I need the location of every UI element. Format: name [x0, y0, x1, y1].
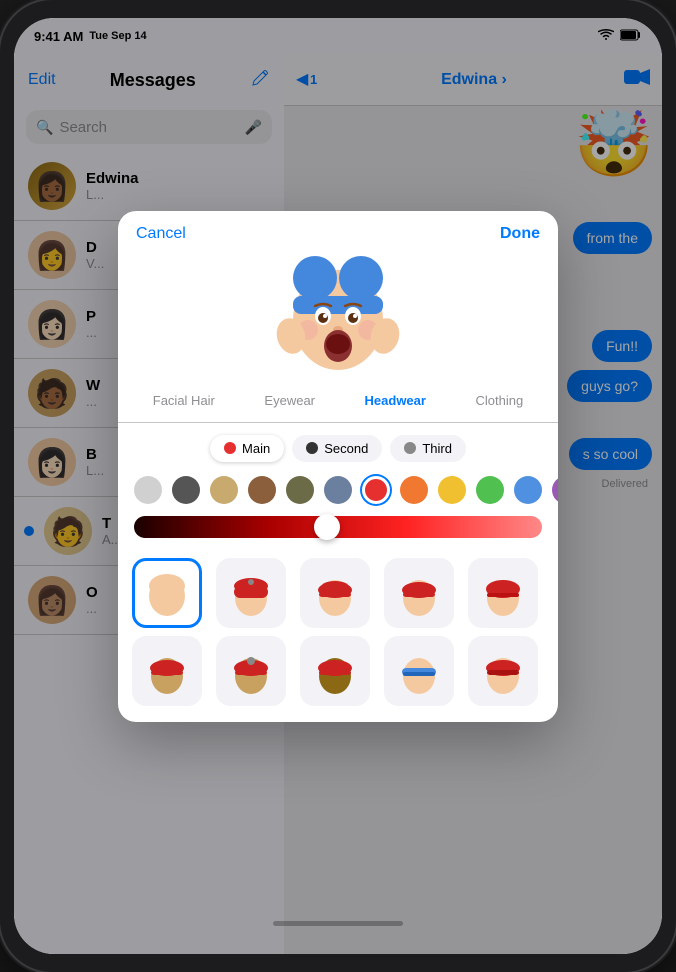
headwear-grid — [118, 548, 558, 722]
tab-facial-hair[interactable]: Facial Hair — [145, 389, 223, 412]
color-swatch-9[interactable] — [476, 476, 504, 504]
third-color-mode-button[interactable]: Third — [390, 435, 466, 462]
headwear-item-7[interactable] — [300, 636, 370, 706]
tab-headwear[interactable]: Headwear — [357, 389, 434, 412]
modal-panel: Cancel Done — [118, 211, 558, 722]
headwear-item-3[interactable] — [384, 558, 454, 628]
screen: 9:41 AM Tue Sep 14 — [14, 18, 662, 954]
tab-eyewear[interactable]: Eyewear — [256, 389, 323, 412]
color-swatch-7[interactable] — [400, 476, 428, 504]
color-swatch-2[interactable] — [210, 476, 238, 504]
headwear-item-2[interactable] — [300, 558, 370, 628]
headwear-item-0[interactable] — [132, 558, 202, 628]
headwear-item-8[interactable] — [384, 636, 454, 706]
color-swatch-10[interactable] — [514, 476, 542, 504]
color-palette — [118, 468, 558, 512]
done-button[interactable]: Done — [500, 225, 540, 243]
second-label: Second — [324, 441, 368, 456]
headwear-item-1[interactable] — [216, 558, 286, 628]
third-label: Third — [422, 441, 452, 456]
color-swatch-8[interactable] — [438, 476, 466, 504]
color-swatch-3[interactable] — [248, 476, 276, 504]
cancel-button[interactable]: Cancel — [136, 225, 186, 243]
headwear-item-5[interactable] — [132, 636, 202, 706]
device-frame: 9:41 AM Tue Sep 14 — [0, 0, 676, 972]
second-color-mode-button[interactable]: Second — [292, 435, 382, 462]
second-color-dot — [306, 442, 318, 454]
color-swatch-4[interactable] — [286, 476, 314, 504]
color-slider[interactable] — [134, 516, 542, 538]
memoji-preview — [118, 243, 558, 383]
color-swatch-0[interactable] — [134, 476, 162, 504]
main-color-dot — [224, 442, 236, 454]
color-swatch-11[interactable] — [552, 476, 558, 504]
headwear-item-6[interactable] — [216, 636, 286, 706]
main-color-mode-button[interactable]: Main — [210, 435, 284, 462]
modal-header: Cancel Done — [118, 211, 558, 243]
category-tabs: Facial Hair Eyewear Headwear Clothing — [118, 383, 558, 423]
color-swatch-5[interactable] — [324, 476, 352, 504]
main-label: Main — [242, 441, 270, 456]
color-mode-row: Main Second Third — [118, 423, 558, 468]
third-color-dot — [404, 442, 416, 454]
modal-overlay: Cancel Done — [14, 18, 662, 954]
color-slider-row — [118, 512, 558, 548]
headwear-item-4[interactable] — [468, 558, 538, 628]
headwear-item-9[interactable] — [468, 636, 538, 706]
slider-thumb[interactable] — [314, 514, 340, 540]
color-swatch-6[interactable] — [362, 476, 390, 504]
camera-dot — [334, 10, 342, 18]
tab-clothing[interactable]: Clothing — [467, 389, 531, 412]
color-swatch-1[interactable] — [172, 476, 200, 504]
